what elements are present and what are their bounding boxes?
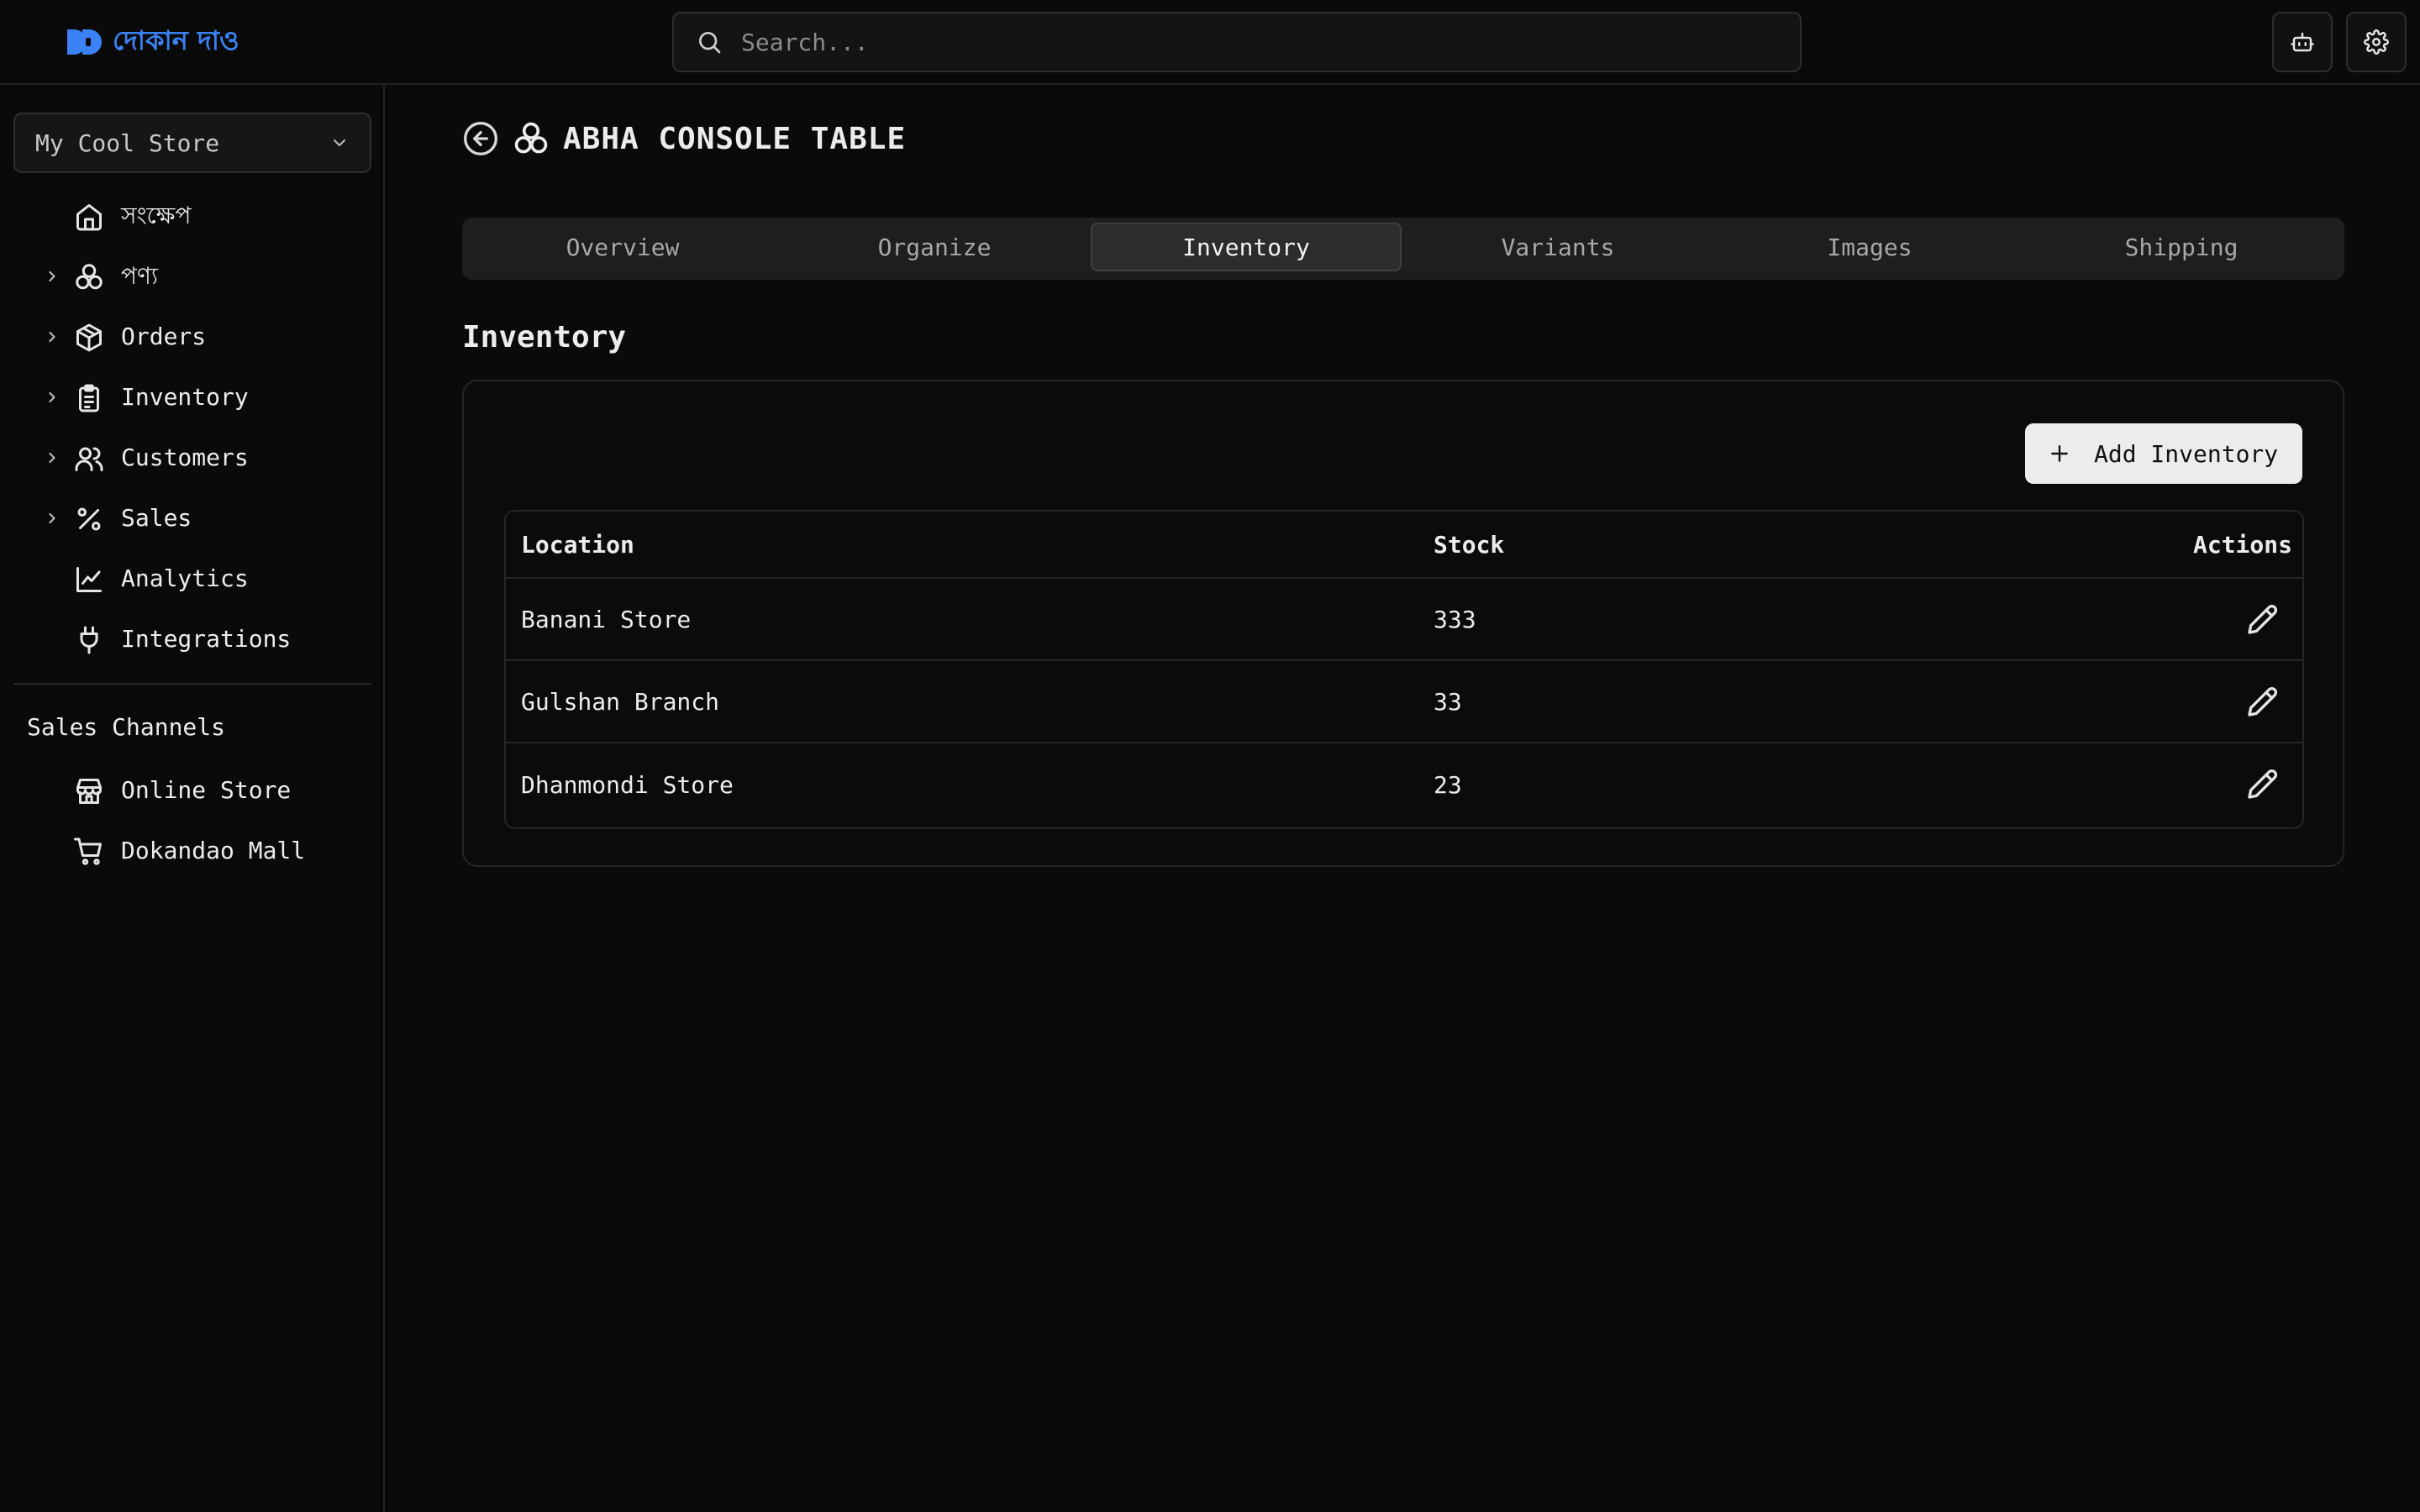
plug-icon bbox=[80, 626, 98, 654]
sales-channels-title: Sales Channels bbox=[27, 713, 226, 741]
products-icon bbox=[76, 264, 103, 290]
app-logo[interactable]: দোকান দাও bbox=[66, 22, 239, 62]
tab-label: Variants bbox=[1501, 233, 1615, 261]
column-header-stock: Stock bbox=[1434, 530, 1505, 559]
sidebar-item-inventory[interactable]: Inventory bbox=[0, 370, 385, 424]
sidebar-divider bbox=[13, 683, 371, 685]
column-header-location: Location bbox=[521, 530, 634, 559]
cart-icon bbox=[74, 837, 102, 865]
table-row: Gulshan Branch 33 bbox=[506, 661, 2302, 743]
bot-icon bbox=[2291, 32, 2314, 52]
store-selector[interactable]: My Cool Store bbox=[13, 113, 371, 173]
search-icon bbox=[699, 32, 721, 54]
sidebar-item-label: Dokandao Mall bbox=[121, 837, 306, 864]
assistant-button[interactable] bbox=[2272, 12, 2333, 72]
logo-text: দোকান দাও bbox=[113, 24, 239, 56]
sidebar-item-label: Orders bbox=[121, 323, 207, 350]
settings-button[interactable] bbox=[2346, 12, 2407, 72]
sidebar-item-label: Inventory bbox=[121, 383, 249, 411]
add-inventory-label: Add Inventory bbox=[2094, 439, 2279, 468]
inventory-card: Add Inventory Location Stock Actions Ban… bbox=[462, 380, 2344, 867]
chevron-right-icon bbox=[49, 512, 55, 524]
store-icon bbox=[76, 779, 102, 804]
sidebar-item-label: Customers bbox=[121, 444, 249, 471]
products-icon bbox=[514, 122, 548, 154]
chevron-right-icon bbox=[49, 391, 55, 403]
tab-images[interactable]: Images bbox=[1714, 223, 2025, 271]
table-header: Location Stock Actions bbox=[506, 512, 2302, 579]
back-arrow-icon[interactable] bbox=[462, 120, 499, 157]
sidebar-item-label: Online Store bbox=[121, 776, 292, 804]
table-row: Banani Store 333 bbox=[506, 579, 2302, 661]
section-heading: Inventory bbox=[462, 320, 627, 354]
sidebar-item-integrations[interactable]: Integrations bbox=[0, 612, 385, 666]
sidebar-item-customers[interactable]: Customers bbox=[0, 431, 385, 485]
tab-label: Images bbox=[1827, 233, 1912, 261]
gear-icon bbox=[2364, 29, 2389, 55]
stock-cell: 333 bbox=[1434, 605, 1476, 633]
box-icon bbox=[76, 323, 102, 352]
location-cell: Dhanmondi Store bbox=[521, 770, 734, 799]
search-input[interactable] bbox=[741, 28, 1749, 56]
logo-icon bbox=[67, 29, 102, 55]
tab-inventory[interactable]: Inventory bbox=[1091, 223, 1402, 271]
chevron-right-icon bbox=[49, 331, 55, 343]
sidebar: My Cool Store সংক্ষেপ পণ্য Orders Invent… bbox=[0, 85, 385, 1512]
tab-label: Shipping bbox=[2124, 233, 2238, 261]
sidebar-item-dokandao-mall[interactable]: Dokandao Mall bbox=[0, 824, 385, 878]
chevron-down-icon bbox=[334, 139, 345, 146]
sidebar-item-label: সংক্ষেপ bbox=[121, 202, 192, 229]
sidebar-item-products[interactable]: পণ্য bbox=[0, 249, 385, 303]
pencil-icon[interactable] bbox=[2245, 603, 2279, 637]
sidebar-item-analytics[interactable]: Analytics bbox=[0, 552, 385, 606]
tab-organize[interactable]: Organize bbox=[779, 223, 1090, 271]
add-inventory-button[interactable]: Add Inventory bbox=[2025, 423, 2302, 484]
sidebar-item-label: পণ্য bbox=[121, 262, 159, 290]
column-header-actions: Actions bbox=[2192, 530, 2292, 559]
table-row: Dhanmondi Store 23 bbox=[506, 743, 2302, 826]
pencil-icon[interactable] bbox=[2245, 768, 2279, 801]
sidebar-item-label: Analytics bbox=[121, 564, 249, 592]
chevron-right-icon bbox=[49, 270, 55, 282]
sidebar-item-sales[interactable]: Sales bbox=[0, 491, 385, 545]
pencil-icon[interactable] bbox=[2245, 685, 2279, 719]
chart-line-icon bbox=[76, 567, 102, 592]
page-header: ABHA CONSOLE TABLE bbox=[462, 120, 906, 157]
inventory-table: Location Stock Actions Banani Store 333 … bbox=[504, 510, 2304, 829]
sidebar-item-label: Integrations bbox=[121, 625, 292, 653]
top-bar: দোকান দাও bbox=[0, 0, 2420, 85]
sidebar-item-label: Sales bbox=[121, 504, 192, 532]
sidebar-item-online-store[interactable]: Online Store bbox=[0, 764, 385, 817]
tab-variants[interactable]: Variants bbox=[1402, 223, 1713, 271]
page-title: ABHA CONSOLE TABLE bbox=[563, 121, 907, 156]
percent-icon bbox=[77, 507, 101, 531]
location-cell: Banani Store bbox=[521, 605, 692, 633]
stock-cell: 33 bbox=[1434, 687, 1462, 716]
clipboard-icon bbox=[79, 384, 99, 412]
tab-label: Organize bbox=[877, 233, 992, 261]
users-icon bbox=[75, 447, 103, 471]
main-content: ABHA CONSOLE TABLE Overview Organize Inv… bbox=[387, 85, 2420, 1512]
home-icon bbox=[76, 204, 102, 231]
sidebar-item-summary[interactable]: সংক্ষেপ bbox=[0, 189, 385, 243]
tab-label: Inventory bbox=[1182, 233, 1310, 261]
search-bar[interactable] bbox=[672, 12, 1802, 72]
store-selector-value: My Cool Store bbox=[35, 129, 220, 157]
location-cell: Gulshan Branch bbox=[521, 687, 720, 716]
chevron-right-icon bbox=[49, 452, 55, 464]
plus-icon bbox=[2051, 445, 2068, 462]
sidebar-item-orders[interactable]: Orders bbox=[0, 310, 385, 364]
stock-cell: 23 bbox=[1434, 770, 1462, 799]
tab-shipping[interactable]: Shipping bbox=[2026, 223, 2337, 271]
product-tabs: Overview Organize Inventory Variants Ima… bbox=[462, 218, 2344, 280]
tab-label: Overview bbox=[566, 233, 680, 261]
tab-overview[interactable]: Overview bbox=[467, 223, 778, 271]
